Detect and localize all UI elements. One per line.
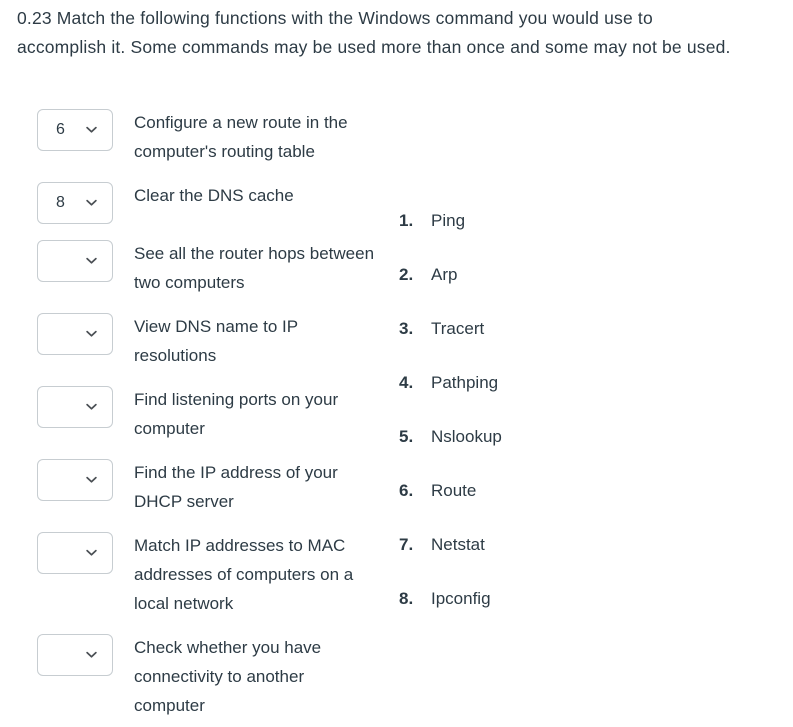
answer-option: 5. Nslookup: [399, 426, 659, 480]
answer-option: 4. Pathping: [399, 372, 659, 426]
match-row: Match IP addresses to MAC addresses of c…: [37, 523, 387, 618]
answer-option-label: Nslookup: [431, 427, 502, 446]
answer-option-number: 4.: [399, 373, 414, 392]
answer-select-6[interactable]: [37, 459, 113, 501]
answer-select-value: 8: [56, 194, 65, 211]
match-row: 6 Configure a new route in the computer's…: [37, 100, 387, 166]
answer-select-2[interactable]: 8: [37, 182, 113, 224]
chevron-down-icon: [85, 547, 98, 560]
answer-option-label: Ipconfig: [431, 589, 491, 608]
match-select-cell: 8: [37, 173, 113, 224]
answer-option-number: 1.: [399, 211, 414, 230]
match-row: View DNS name to IP resolutions: [37, 304, 387, 370]
answer-option-number: 2.: [399, 265, 414, 284]
answer-option: 1. Ping: [399, 210, 659, 264]
chevron-down-icon: [85, 649, 98, 662]
match-select-cell: [37, 377, 113, 428]
match-row: Find listening ports on your computer: [37, 377, 387, 443]
match-row: 8 Clear the DNS cache: [37, 173, 387, 224]
match-prompt-text: See all the router hops between two comp…: [134, 244, 375, 292]
answer-select-5[interactable]: [37, 386, 113, 428]
chevron-down-icon: [85, 197, 98, 210]
match-row: Check whether you have connectivity to a…: [37, 625, 387, 720]
match-prompt-text: Clear the DNS cache: [134, 186, 294, 205]
answer-option-label: Tracert: [431, 319, 485, 338]
match-rows-list: 6 Configure a new route in the computer's…: [37, 100, 387, 727]
answer-option: 8. Ipconfig: [399, 588, 659, 642]
chevron-down-icon: [85, 401, 98, 414]
answer-option-label: Route: [431, 481, 477, 500]
match-prompt-text: Check whether you have connectivity to a…: [134, 638, 322, 715]
match-select-cell: [37, 304, 113, 355]
match-prompt-text: Find listening ports on your computer: [134, 390, 339, 438]
match-row: See all the router hops between two comp…: [37, 231, 387, 297]
chevron-down-icon: [85, 328, 98, 341]
match-row: Find the IP address of your DHCP server: [37, 450, 387, 516]
match-prompt-text: Match IP addresses to MAC addresses of c…: [134, 536, 354, 613]
chevron-down-icon: [85, 474, 98, 487]
match-select-cell: 6: [37, 100, 113, 151]
answer-options-list: 1. Ping 2. Arp 3. Tracert 4. Pathping 5. Nslookup…: [399, 210, 659, 642]
answer-option-label: Arp: [431, 265, 458, 284]
match-select-cell: [37, 523, 113, 574]
question-prompt-text: 0.23 Match the following functions with …: [17, 8, 731, 57]
answer-option-number: 7.: [399, 535, 414, 554]
match-prompt-text: Find the IP address of your DHCP server: [134, 463, 338, 511]
match-prompt-text: View DNS name to IP resolutions: [134, 317, 298, 365]
match-select-cell: [37, 625, 113, 676]
match-select-cell: [37, 231, 113, 282]
answer-option-label: Ping: [431, 211, 466, 230]
chevron-down-icon: [85, 124, 98, 137]
answer-select-1[interactable]: 6: [37, 109, 113, 151]
answer-option-number: 8.: [399, 589, 414, 608]
answer-option: 2. Arp: [399, 264, 659, 318]
answer-select-7[interactable]: [37, 532, 113, 574]
answer-option-number: 3.: [399, 319, 414, 338]
match-prompt-text: Configure a new route in the computer's …: [134, 113, 348, 161]
answer-option: 7. Netstat: [399, 534, 659, 588]
answer-option-number: 5.: [399, 427, 414, 446]
answer-select-8[interactable]: [37, 634, 113, 676]
answer-option: 6. Route: [399, 480, 659, 534]
answer-option: 3. Tracert: [399, 318, 659, 372]
answer-select-4[interactable]: [37, 313, 113, 355]
match-select-cell: [37, 450, 113, 501]
answer-option-number: 6.: [399, 481, 414, 500]
answer-select-value: 6: [56, 121, 65, 138]
chevron-down-icon: [85, 255, 98, 268]
answer-select-3[interactable]: [37, 240, 113, 282]
answer-option-label: Netstat: [431, 535, 485, 554]
answer-option-label: Pathping: [431, 373, 499, 392]
